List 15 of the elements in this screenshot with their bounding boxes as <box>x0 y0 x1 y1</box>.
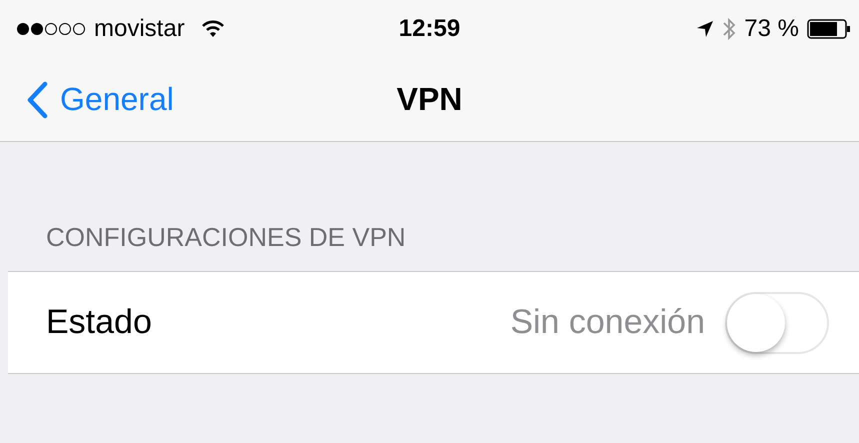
section-header: CONFIGURACIONES DE VPN <box>45 222 407 254</box>
battery-percentage: 73 % <box>744 15 799 43</box>
vpn-toggle[interactable] <box>725 292 829 354</box>
row-label: Estado <box>46 303 153 342</box>
chevron-left-icon <box>26 80 48 118</box>
bluetooth-icon <box>722 17 736 41</box>
back-button[interactable]: General <box>0 80 174 118</box>
location-arrow-icon <box>696 20 714 38</box>
row-value: Sin conexión <box>510 303 705 342</box>
signal-icon <box>16 22 86 36</box>
wifi-icon <box>200 20 225 38</box>
nav-title: VPN <box>396 81 462 118</box>
battery-icon <box>807 19 851 39</box>
carrier-name: movistar <box>94 15 185 43</box>
status-time: 12:59 <box>398 15 460 43</box>
